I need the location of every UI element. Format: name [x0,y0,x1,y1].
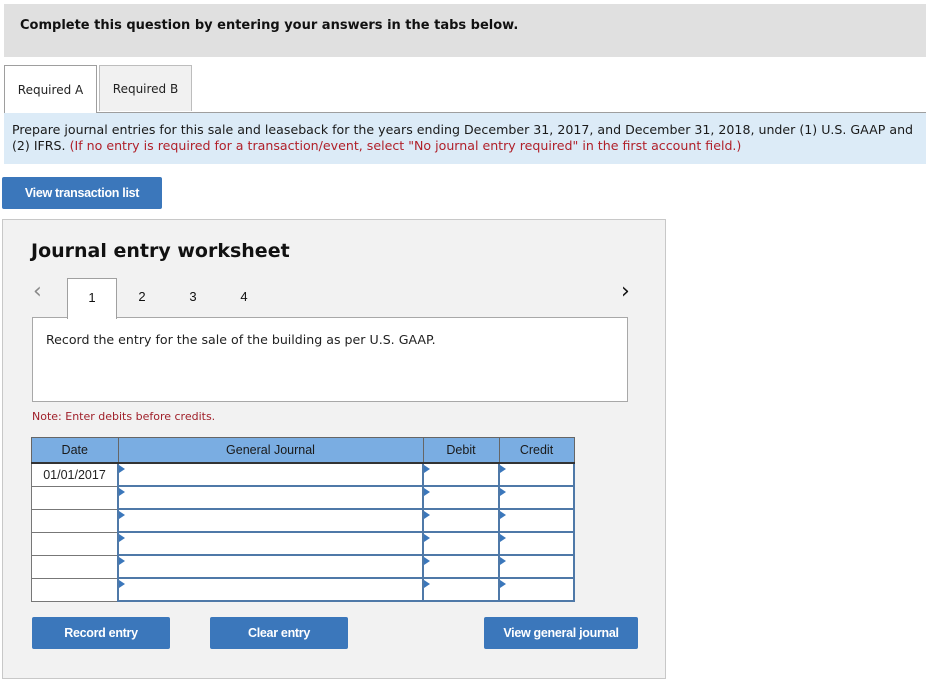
journal-entry-worksheet: Journal entry worksheet ‹ 1 2 3 4 › Reco… [2,219,666,679]
clear-entry-button[interactable]: Clear entry [210,617,348,649]
credit-field-cell [498,554,575,579]
dropdown-marker-icon [500,465,506,473]
dropdown-marker-icon [424,534,430,542]
account-field[interactable] [119,510,422,531]
header-debit: Debit [422,437,500,464]
prompt-hint: (If no entry is required for a transacti… [69,138,742,153]
table-row [31,508,575,533]
journal-table: Date General Journal Debit Credit 01/01/… [31,437,575,602]
dropdown-marker-icon [424,465,430,473]
dropdown-marker-icon [119,465,125,473]
row-date [31,508,119,533]
debit-field-cell [422,577,500,602]
question-prompt: Prepare journal entries for this sale an… [4,113,926,164]
credit-field-cell [498,485,575,510]
tab-required-a[interactable]: Required A [4,65,97,113]
dropdown-marker-icon [500,488,506,496]
dropdown-marker-icon [424,488,430,496]
debit-field-cell [422,508,500,533]
debit-field[interactable] [424,533,498,554]
dropdown-marker-icon [119,534,125,542]
table-header-row: Date General Journal Debit Credit [31,437,575,464]
credit-field[interactable] [500,487,573,508]
instructions-text: Complete this question by entering your … [20,18,519,33]
step-tab-2[interactable]: 2 [117,278,167,318]
row-date: 01/01/2017 [31,462,119,487]
dropdown-marker-icon [500,511,506,519]
chevron-left-icon[interactable]: ‹ [33,279,42,304]
table-row: 01/01/2017 [31,462,575,487]
dropdown-marker-icon [119,580,125,588]
debit-field[interactable] [424,464,498,485]
debit-field[interactable] [424,579,498,600]
row-date [31,554,119,579]
dropdown-marker-icon [119,511,125,519]
debit-field-cell [422,531,500,556]
debit-field[interactable] [424,556,498,577]
account-field[interactable] [119,464,422,485]
dropdown-marker-icon [119,557,125,565]
account-field[interactable] [119,487,422,508]
debit-field-cell [422,554,500,579]
account-field-cell [117,485,424,510]
row-date [31,531,119,556]
account-field-cell [117,531,424,556]
dropdown-marker-icon [119,488,125,496]
dropdown-marker-icon [424,580,430,588]
credit-field[interactable] [500,556,573,577]
credit-field[interactable] [500,510,573,531]
credit-field[interactable] [500,464,573,485]
step-tab-4[interactable]: 4 [219,278,269,318]
table-row [31,577,575,602]
dropdown-marker-icon [424,557,430,565]
debit-field-cell [422,462,500,487]
dropdown-marker-icon [500,534,506,542]
step-tab-1[interactable]: 1 [67,278,117,319]
row-date [31,485,119,510]
debits-note: Note: Enter debits before credits. [32,410,216,423]
debit-field[interactable] [424,487,498,508]
table-row [31,554,575,579]
account-field[interactable] [119,556,422,577]
view-transaction-list-button[interactable]: View transaction list [2,177,162,209]
header-general-journal: General Journal [117,437,424,464]
entry-description: Record the entry for the sale of the bui… [46,332,436,347]
dropdown-marker-icon [500,580,506,588]
credit-field-cell [498,462,575,487]
chevron-right-icon[interactable]: › [621,279,630,304]
account-field[interactable] [119,533,422,554]
credit-field-cell [498,531,575,556]
credit-field[interactable] [500,579,573,600]
debit-field-cell [422,485,500,510]
table-row [31,485,575,510]
instructions-banner: Complete this question by entering your … [4,4,926,57]
row-date [31,577,119,602]
entry-description-box: Record the entry for the sale of the bui… [32,317,628,402]
account-field[interactable] [119,579,422,600]
account-field-cell [117,554,424,579]
account-field-cell [117,508,424,533]
step-tab-3[interactable]: 3 [168,278,218,318]
table-row [31,531,575,556]
header-date: Date [31,437,119,464]
credit-field-cell [498,508,575,533]
credit-field[interactable] [500,533,573,554]
account-field-cell [117,577,424,602]
record-entry-button[interactable]: Record entry [32,617,170,649]
worksheet-title: Journal entry worksheet [31,240,290,262]
dropdown-marker-icon [424,511,430,519]
view-general-journal-button[interactable]: View general journal [484,617,638,649]
account-field-cell [117,462,424,487]
debit-field[interactable] [424,510,498,531]
credit-field-cell [498,577,575,602]
tab-required-b[interactable]: Required B [99,65,192,111]
dropdown-marker-icon [500,557,506,565]
header-credit: Credit [498,437,575,464]
